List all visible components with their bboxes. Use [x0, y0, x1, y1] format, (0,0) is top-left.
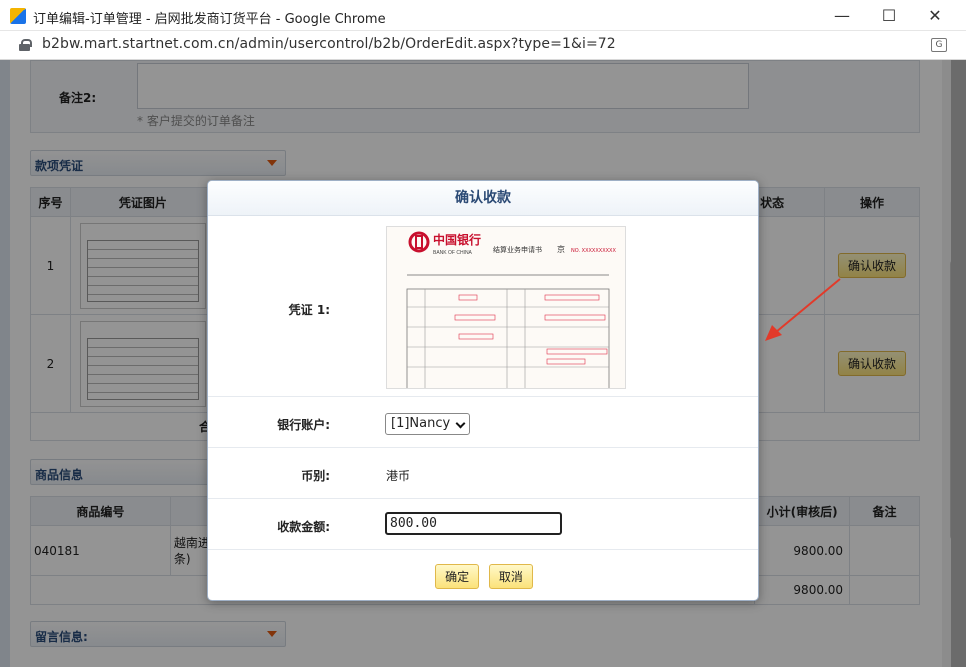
- currency-value: 港币: [386, 469, 411, 483]
- address-bar[interactable]: b2bw.mart.startnet.com.cn/admin/usercont…: [0, 31, 966, 60]
- translate-icon[interactable]: G: [931, 38, 947, 52]
- annotation-arrow-icon: [765, 278, 841, 341]
- lock-icon[interactable]: [19, 39, 32, 51]
- voucher-label: 凭证 1:: [288, 303, 330, 317]
- dialog-title: 确认收款: [208, 181, 758, 216]
- browser-title-bar: 订单编辑-订单管理 - 启网批发商订货平台 - Google Chrome — …: [0, 0, 966, 31]
- form-number: NO. XXXXXXXXXX: [571, 248, 616, 254]
- bank-account-label: 银行账户:: [277, 418, 330, 432]
- form-title: 结算业务申请书: [493, 245, 542, 254]
- close-window-button[interactable]: ✕: [912, 0, 958, 31]
- window-title: 订单编辑-订单管理 - 启网批发商订货平台 - Google Chrome: [33, 12, 386, 27]
- minimize-button[interactable]: —: [819, 0, 865, 31]
- voucher-image[interactable]: 中国银行 BANK OF CHINA 结算业务申请书 京 NO. XXXXXXX…: [386, 226, 626, 389]
- site-favicon-icon: [10, 8, 26, 24]
- window-right-edge: [951, 60, 966, 667]
- confirm-payment-dialog: 确认收款 凭证 1: 中国银行 BANK OF CHINA 结算业务申请书 京 …: [207, 180, 759, 601]
- voucher-row: 凭证 1: 中国银行 BANK OF CHINA 结算业务申请书 京 NO. X…: [208, 217, 758, 397]
- url-text[interactable]: b2bw.mart.startnet.com.cn/admin/usercont…: [42, 36, 616, 52]
- bank-name: 中国银行: [433, 232, 481, 247]
- amount-label: 收款金额:: [277, 520, 330, 534]
- amount-row: 收款金额: 800.00: [208, 499, 758, 550]
- currency-label: 币别:: [301, 469, 330, 483]
- form-region: 京: [557, 244, 565, 254]
- maximize-button[interactable]: ☐: [866, 0, 912, 31]
- bank-account-select[interactable]: [1]Nancy: [385, 413, 470, 435]
- dialog-buttons: 确定 取消: [208, 551, 758, 600]
- ok-button[interactable]: 确定: [435, 564, 480, 589]
- cancel-button[interactable]: 取消: [488, 564, 533, 589]
- bank-account-row: 银行账户: [1]Nancy: [208, 397, 758, 448]
- bank-en: BANK OF CHINA: [433, 250, 473, 256]
- currency-row: 币别: 港币: [208, 448, 758, 499]
- voucher-form-graphic: 中国银行 BANK OF CHINA 结算业务申请书 京 NO. XXXXXXX…: [406, 231, 616, 388]
- amount-input[interactable]: 800.00: [385, 512, 562, 535]
